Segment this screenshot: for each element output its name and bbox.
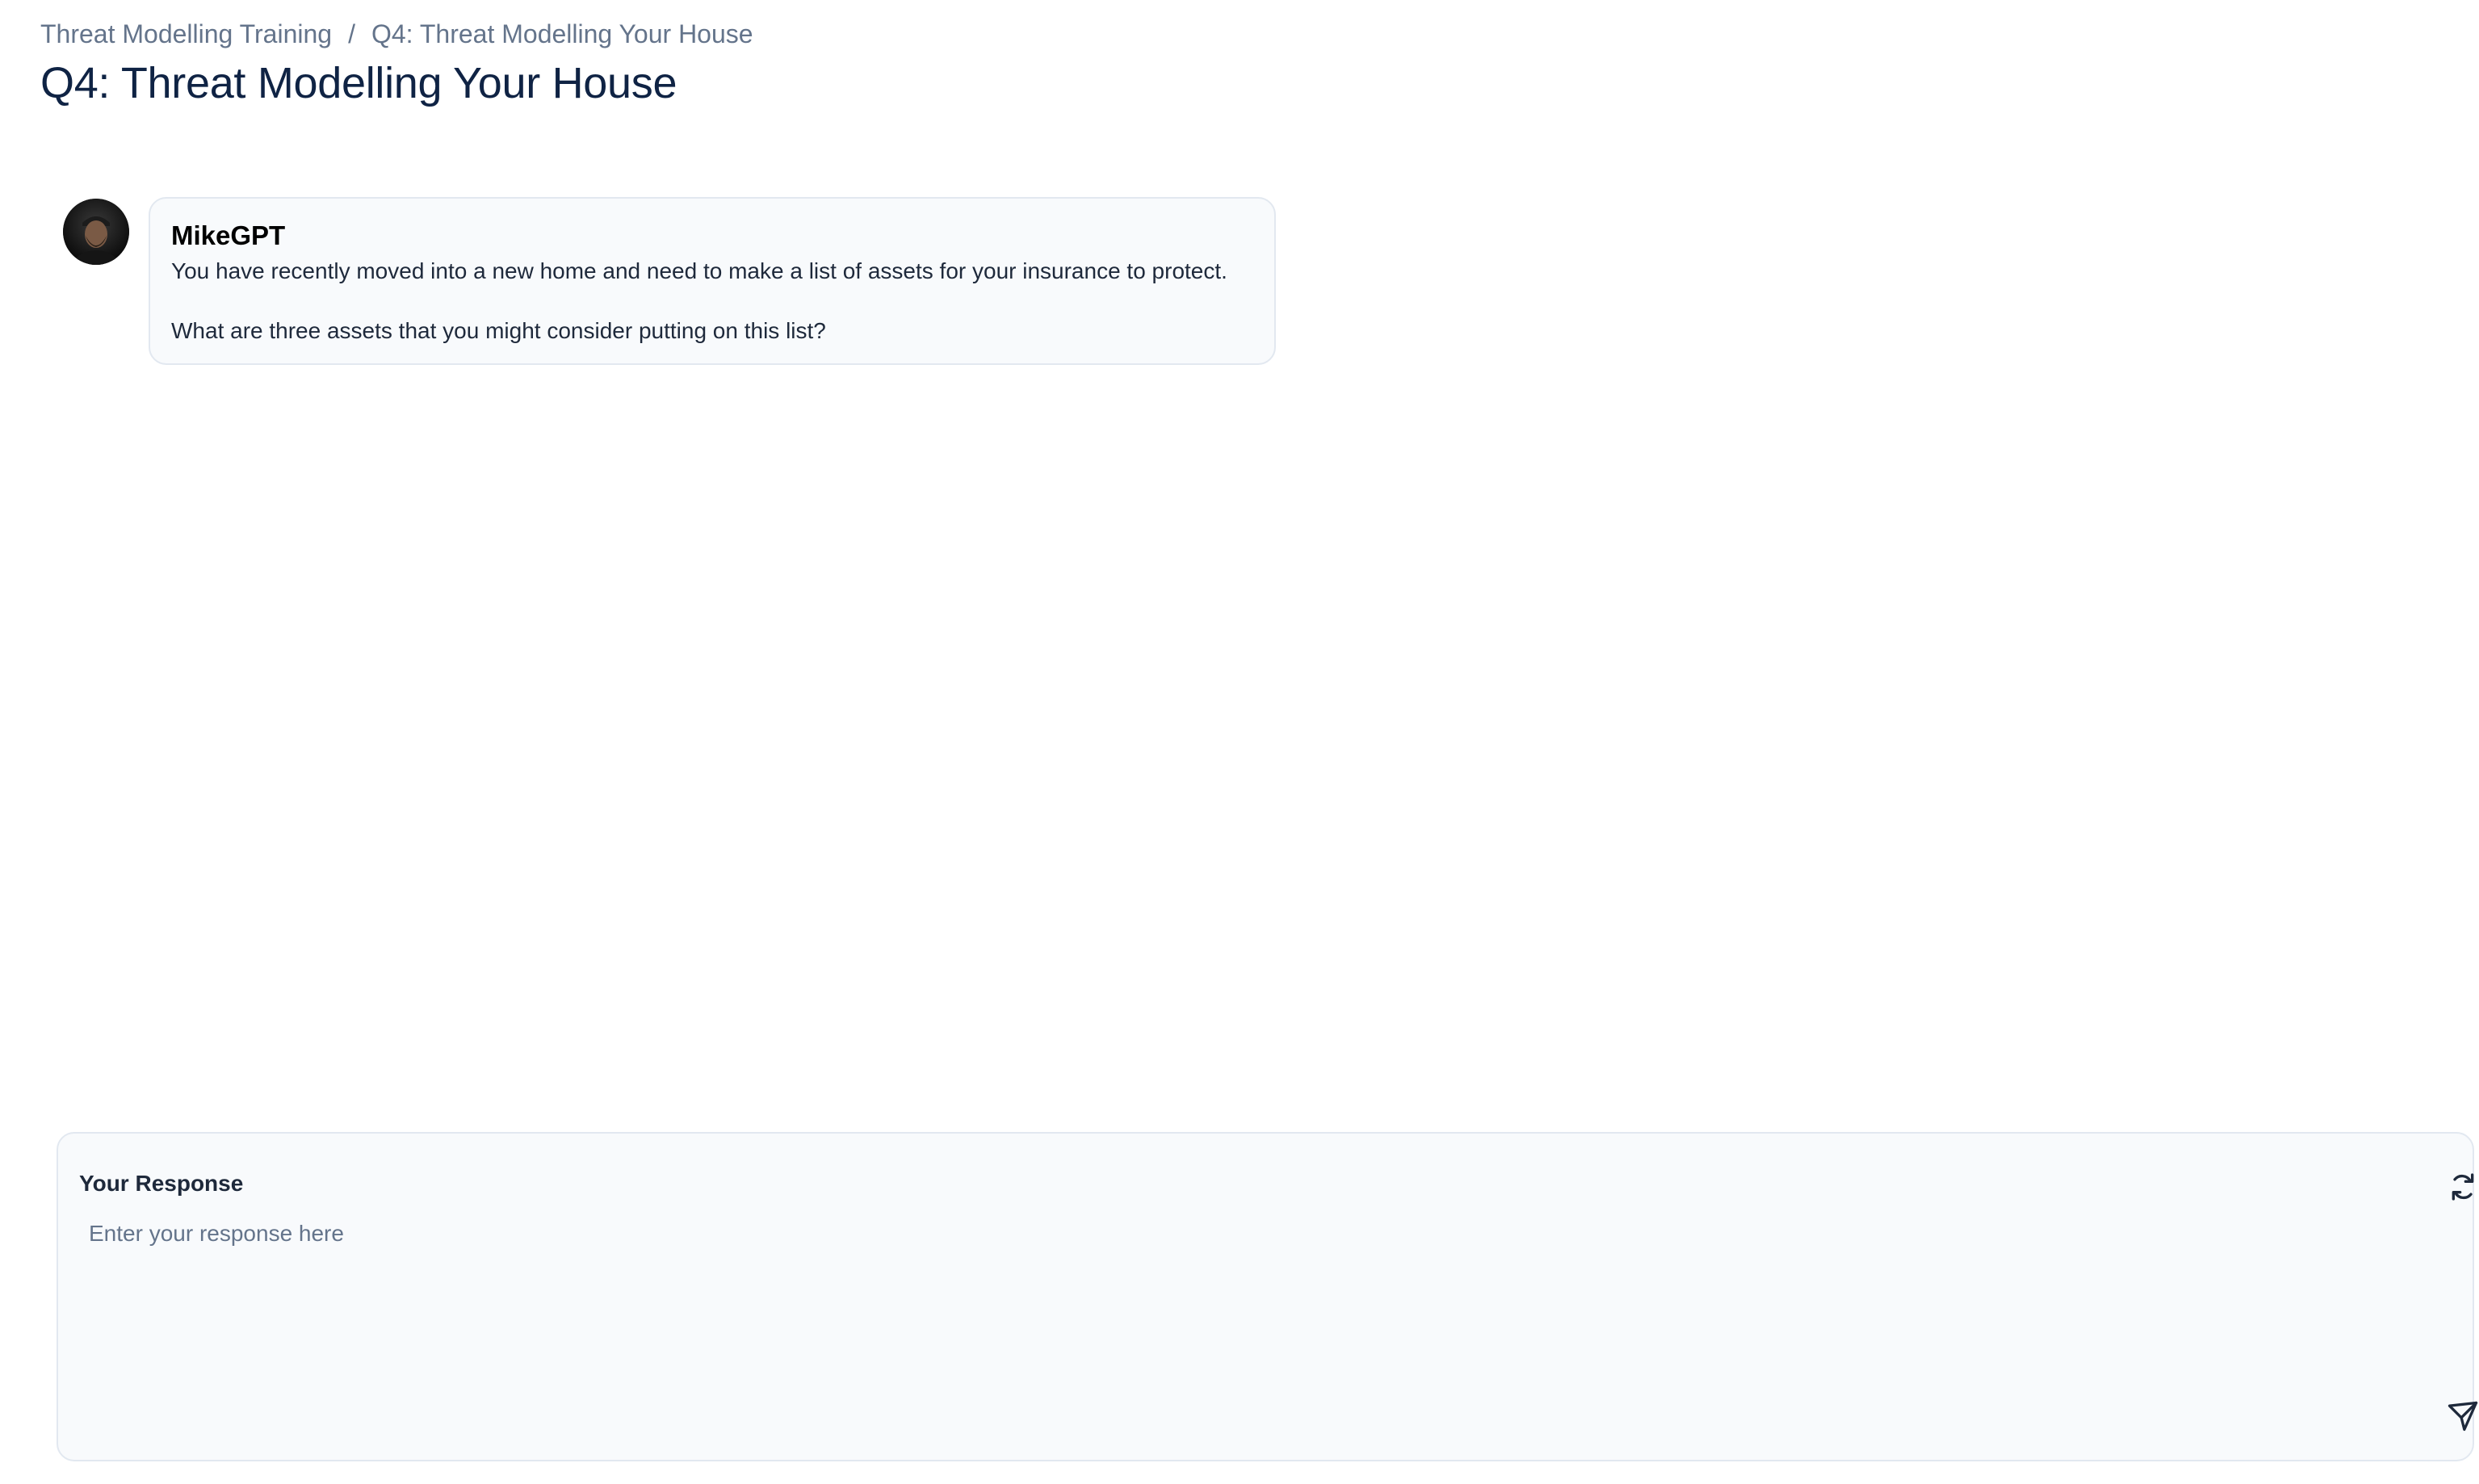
send-button[interactable] bbox=[2442, 1395, 2479, 1437]
response-input[interactable] bbox=[79, 1214, 2389, 1424]
avatar bbox=[63, 199, 129, 265]
breadcrumb: Threat Modelling Training / Q4: Threat M… bbox=[40, 16, 753, 52]
message-text-line: You have recently moved into a new home … bbox=[171, 258, 1227, 283]
page: Threat Modelling Training / Q4: Threat M… bbox=[0, 0, 2479, 1484]
message-paragraph-gap bbox=[171, 286, 1253, 317]
breadcrumb-current: Q4: Threat Modelling Your House bbox=[371, 19, 753, 48]
refresh-button[interactable] bbox=[2442, 1166, 2479, 1208]
response-panel: Your Response bbox=[57, 1132, 2478, 1461]
refresh-icon bbox=[2452, 1173, 2474, 1201]
breadcrumb-separator: / bbox=[348, 19, 355, 48]
message-text-line: What are three assets that you might con… bbox=[171, 318, 826, 343]
breadcrumb-parent-link[interactable]: Threat Modelling Training bbox=[40, 19, 332, 49]
page-title: Q4: Threat Modelling Your House bbox=[40, 59, 677, 107]
user-avatar-icon bbox=[63, 199, 129, 265]
send-icon bbox=[2448, 1401, 2478, 1432]
message-sender: MikeGPT bbox=[171, 220, 286, 250]
response-label: Your Response bbox=[79, 1171, 244, 1196]
message-bubble: MikeGPT You have recently moved into a n… bbox=[149, 197, 1276, 365]
